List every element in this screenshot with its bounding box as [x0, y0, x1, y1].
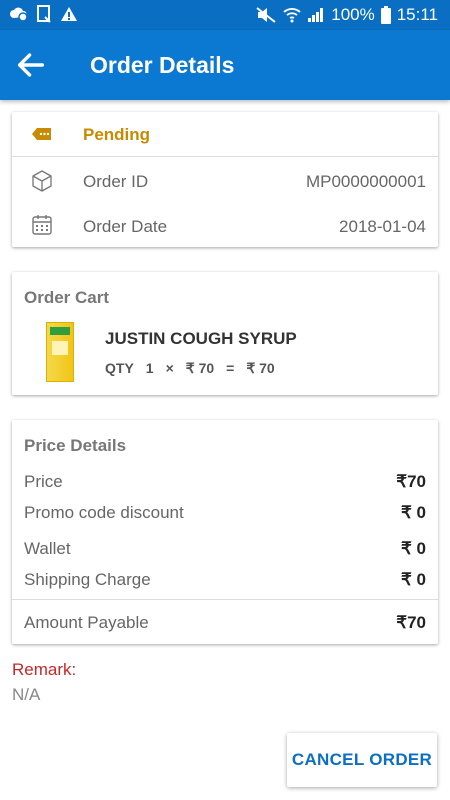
price-label: Price [24, 472, 63, 491]
promo-discount-row: Promo code discount ₹ 0 [24, 503, 426, 523]
shipping-value: ₹ 0 [401, 570, 426, 589]
battery-icon [380, 6, 391, 24]
order-date-label: Order Date [83, 217, 168, 236]
app-bar: Order Details [0, 30, 450, 100]
amount-payable-value: ₹70 [396, 613, 426, 632]
order-id-value: MP0000000001 [305, 172, 426, 191]
status-bar: 100% 15:11 [0, 0, 450, 30]
cloud-sync-icon [10, 7, 28, 22]
cart-item[interactable]: JUSTIN COUGH SYRUP QTY 1 × ₹ 70 = ₹ 70 [12, 316, 438, 386]
order-cart-card: Order Cart JUSTIN COUGH SYRUP QTY 1 × ₹ … [12, 272, 438, 395]
status-text: Pending [83, 125, 151, 144]
product-image [46, 322, 74, 382]
qty-label: QTY [105, 360, 134, 376]
times-sign: × [165, 360, 174, 376]
amount-payable-label: Amount Payable [24, 613, 149, 632]
unit-price: ₹ 70 [185, 360, 215, 376]
divider [12, 599, 438, 600]
wallet-value: ₹ 0 [401, 539, 426, 558]
price-row: Price ₹70 [24, 472, 426, 492]
mute-icon [256, 7, 276, 23]
order-date-value: 2018-01-04 [339, 217, 426, 236]
warning-icon [61, 7, 77, 21]
calendar-icon [32, 215, 52, 235]
equals-sign: = [226, 360, 235, 376]
page-title: Order Details [90, 52, 235, 78]
tag-icon [32, 128, 51, 140]
price-details-card: Price Details Price ₹70 Promo code disco… [12, 420, 438, 644]
remark-label: Remark: [12, 660, 77, 679]
cancel-order-button[interactable]: CANCEL ORDER [287, 733, 437, 787]
order-id-label: Order ID [83, 172, 149, 191]
item-total: ₹ 70 [246, 360, 275, 376]
wallet-row: Wallet ₹ 0 [24, 539, 426, 559]
order-info-card: Pending Order ID MP0000000001 Order Date… [12, 112, 438, 247]
shipping-row: Shipping Charge ₹ 0 [24, 570, 426, 590]
price-value: ₹70 [396, 472, 426, 491]
wallet-label: Wallet [24, 539, 71, 558]
signal-icon [308, 8, 324, 22]
divider [12, 156, 438, 157]
document-icon [37, 5, 51, 23]
wifi-icon [283, 8, 301, 23]
battery-percentage: 100% [331, 5, 375, 24]
shipping-label: Shipping Charge [24, 570, 151, 589]
product-name: JUSTIN COUGH SYRUP [105, 329, 297, 348]
clock: 15:11 [396, 5, 438, 24]
promo-discount-label: Promo code discount [24, 503, 184, 522]
promo-discount-value: ₹ 0 [401, 503, 426, 522]
back-arrow-icon[interactable] [14, 48, 48, 82]
cart-heading: Order Cart [24, 288, 110, 307]
box-icon [32, 170, 52, 192]
product-qty-line: QTY 1 × ₹ 70 = ₹ 70 [105, 360, 275, 377]
remark-value: N/A [12, 685, 41, 704]
qty-value: 1 [145, 360, 154, 376]
price-heading: Price Details [24, 436, 127, 455]
amount-payable-row: Amount Payable ₹70 [24, 613, 426, 633]
